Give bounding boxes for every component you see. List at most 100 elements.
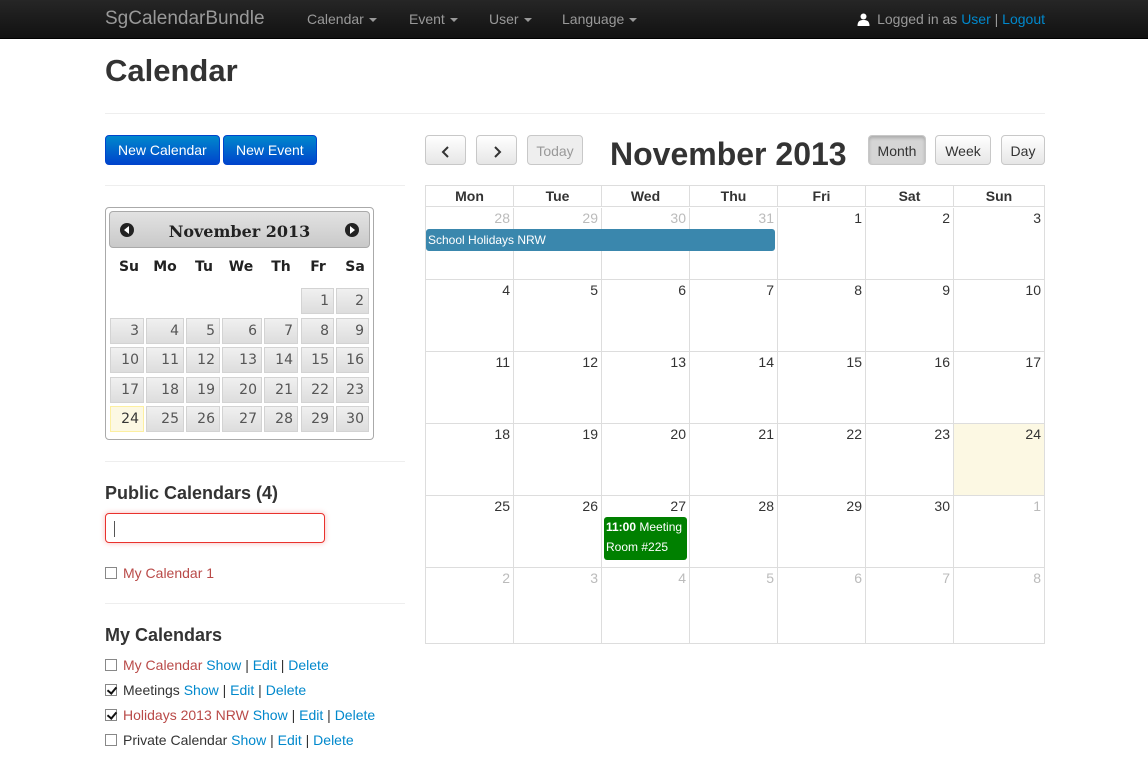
day-cell[interactable]: 16 [866, 352, 954, 424]
day-cell[interactable]: 19 [514, 424, 602, 496]
day-cell[interactable]: 4 [602, 568, 690, 644]
show-calendar-link[interactable]: Show [231, 732, 266, 748]
day-cell[interactable]: 12 [514, 352, 602, 424]
event-meeting-room[interactable]: 11:00 Meeting Room #225 [604, 517, 687, 560]
day-cell[interactable]: 28 [690, 496, 778, 568]
day-cell[interactable]: 29 [778, 496, 866, 568]
day-cell[interactable]: 3 [954, 208, 1044, 280]
day-view-button[interactable]: Day [1001, 135, 1045, 165]
delete-calendar-link[interactable]: Delete [266, 682, 306, 698]
datepicker-day[interactable]: 9 [336, 318, 369, 344]
edit-calendar-link[interactable]: Edit [299, 707, 323, 723]
datepicker-day[interactable]: 3 [110, 318, 144, 344]
datepicker-day[interactable]: 6 [222, 318, 262, 344]
day-cell[interactable]: 30 [866, 496, 954, 568]
day-cell[interactable]: 5 [690, 568, 778, 644]
show-calendar-link[interactable]: Show [253, 707, 288, 723]
new-calendar-button[interactable]: New Calendar [105, 135, 220, 165]
datepicker-day[interactable]: 1 [301, 288, 334, 314]
today-button[interactable]: Today [527, 135, 583, 165]
my-calendar-checkbox[interactable] [105, 734, 117, 746]
day-cell[interactable]: 18 [426, 424, 514, 496]
calendar-menu[interactable]: Calendar [307, 11, 377, 27]
edit-calendar-link[interactable]: Edit [230, 682, 254, 698]
day-cell[interactable]: 26 [514, 496, 602, 568]
day-cell[interactable]: 22 [778, 424, 866, 496]
day-cell[interactable]: 2 [866, 208, 954, 280]
day-cell[interactable]: 20 [602, 424, 690, 496]
day-cell[interactable]: 13 [602, 352, 690, 424]
datepicker-next-button[interactable] [345, 223, 359, 237]
show-calendar-link[interactable]: Show [184, 682, 219, 698]
next-month-button[interactable] [476, 135, 517, 165]
day-cell[interactable]: 24 [954, 424, 1044, 496]
day-cell[interactable]: 7 [690, 280, 778, 352]
datepicker-day[interactable]: 29 [301, 406, 334, 432]
user-menu[interactable]: User [489, 11, 532, 27]
datepicker-day[interactable]: 20 [222, 377, 262, 403]
month-view-button[interactable]: Month [868, 135, 926, 165]
datepicker-day[interactable]: 11 [146, 347, 184, 373]
edit-calendar-link[interactable]: Edit [253, 657, 277, 673]
show-calendar-link[interactable]: Show [206, 657, 241, 673]
day-cell[interactable]: 17 [954, 352, 1044, 424]
day-cell[interactable]: 2 [426, 568, 514, 644]
day-cell[interactable]: 23 [866, 424, 954, 496]
day-cell[interactable]: 9 [866, 280, 954, 352]
datepicker-day[interactable]: 10 [110, 347, 144, 373]
calendar-search-input[interactable] [105, 513, 325, 543]
logout-link[interactable]: Logout [1002, 11, 1045, 27]
day-cell[interactable]: 5 [514, 280, 602, 352]
datepicker-day[interactable]: 12 [186, 347, 220, 373]
public-calendar-checkbox[interactable] [105, 567, 117, 579]
day-cell[interactable]: 6 [778, 568, 866, 644]
day-cell[interactable]: 1 [778, 208, 866, 280]
my-calendar-checkbox[interactable] [105, 659, 117, 671]
day-cell[interactable]: 10 [954, 280, 1044, 352]
day-cell[interactable]: 8 [954, 568, 1044, 644]
new-event-button[interactable]: New Event [223, 135, 317, 165]
brand-link[interactable]: SgCalendarBundle [105, 8, 265, 30]
datepicker-day[interactable]: 15 [301, 347, 334, 373]
datepicker-day[interactable]: 24 [110, 406, 144, 432]
datepicker-day[interactable]: 14 [264, 347, 298, 373]
datepicker-day[interactable]: 2 [336, 288, 369, 314]
datepicker-day[interactable]: 19 [186, 377, 220, 403]
datepicker-day[interactable]: 7 [264, 318, 298, 344]
datepicker-day[interactable]: 5 [186, 318, 220, 344]
my-calendar-checkbox[interactable] [105, 684, 117, 696]
day-cell[interactable]: 6 [602, 280, 690, 352]
datepicker-day[interactable]: 21 [264, 377, 298, 403]
delete-calendar-link[interactable]: Delete [288, 657, 328, 673]
datepicker-day[interactable]: 26 [186, 406, 220, 432]
day-cell[interactable]: 21 [690, 424, 778, 496]
day-cell[interactable]: 14 [690, 352, 778, 424]
delete-calendar-link[interactable]: Delete [313, 732, 353, 748]
datepicker-day[interactable]: 18 [146, 377, 184, 403]
day-cell[interactable]: 7 [866, 568, 954, 644]
datepicker-day[interactable]: 4 [146, 318, 184, 344]
day-cell[interactable]: 8 [778, 280, 866, 352]
datepicker-day[interactable]: 22 [301, 377, 334, 403]
user-link[interactable]: User [961, 11, 991, 27]
day-cell[interactable]: 15 [778, 352, 866, 424]
day-cell[interactable]: 25 [426, 496, 514, 568]
day-cell[interactable]: 11 [426, 352, 514, 424]
day-cell[interactable]: 1 [954, 496, 1044, 568]
datepicker-day[interactable]: 8 [301, 318, 334, 344]
datepicker-day[interactable]: 17 [110, 377, 144, 403]
edit-calendar-link[interactable]: Edit [278, 732, 302, 748]
language-menu[interactable]: Language [562, 11, 638, 27]
week-view-button[interactable]: Week [935, 135, 991, 165]
day-cell[interactable]: 4 [426, 280, 514, 352]
event-school-holidays[interactable]: School Holidays NRW [426, 229, 775, 251]
public-calendar-link[interactable]: My Calendar 1 [123, 565, 214, 581]
datepicker-day[interactable]: 16 [336, 347, 369, 373]
day-cell[interactable]: 3 [514, 568, 602, 644]
datepicker-day[interactable]: 30 [336, 406, 369, 432]
my-calendar-checkbox[interactable] [105, 709, 117, 721]
prev-month-button[interactable] [425, 135, 466, 165]
datepicker-day[interactable]: 23 [336, 377, 369, 403]
datepicker-day[interactable]: 28 [264, 406, 298, 432]
delete-calendar-link[interactable]: Delete [335, 707, 375, 723]
